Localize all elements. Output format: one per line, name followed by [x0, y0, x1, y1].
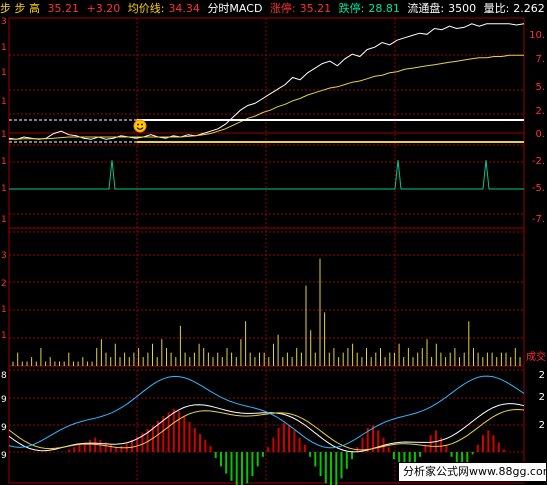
right-tick-6: -5. — [532, 183, 545, 194]
right-tick-3: 2. — [535, 106, 545, 117]
left-tick-5: 1 — [1, 157, 7, 167]
left-tick-1: 1 — [1, 43, 7, 53]
vol-left-tick-0: 3 — [1, 251, 7, 261]
right-tick-0: 10. — [529, 30, 545, 41]
right-tick-5: -2. — [532, 156, 545, 167]
macd-right-tick-0: 2 — [539, 370, 545, 381]
right-tick-4: 0. — [535, 129, 545, 140]
left-tick-0: 3 — [1, 17, 7, 27]
right-tick-1: 7. — [535, 54, 545, 65]
left-tick-3: 1 — [1, 97, 7, 107]
smiley-eye-right — [141, 123, 143, 126]
intraday-chart: 10. 7. 5. 2. 0. -2. -5. -7. 3 1 1 1 1 1 1 1 3 2 1 1 成交 8 9 9 9 2 2… — [1, 17, 546, 485]
right-tick-7: -7. — [532, 214, 545, 225]
left-tick-6: 1 — [1, 184, 7, 194]
volume-axis-label: 成交 — [526, 350, 546, 363]
left-tick-4: 1 — [1, 130, 7, 140]
macd-right-tick-2: 2 — [539, 420, 545, 431]
vol-left-tick-2: 1 — [1, 305, 7, 315]
macd-left-tick-0: 8 — [1, 371, 7, 381]
vol-left-tick-3: 1 — [1, 331, 7, 341]
vol-left-tick-1: 2 — [1, 279, 7, 289]
price-line — [8, 23, 525, 140]
macd-left-tick-3: 9 — [1, 451, 7, 461]
left-tick-7: 1 — [1, 215, 7, 225]
macd-left-tick-1: 9 — [1, 395, 7, 405]
macd-left-tick-2: 9 — [1, 423, 7, 433]
left-tick-2: 1 — [1, 68, 7, 78]
watermark: 分析家公式网www.88gg.com — [398, 462, 547, 482]
right-tick-2: 5. — [535, 82, 545, 93]
macd-right-tick-1: 2 — [539, 392, 545, 403]
smiley-eye-left — [137, 123, 139, 126]
smiley-icon — [133, 119, 147, 133]
